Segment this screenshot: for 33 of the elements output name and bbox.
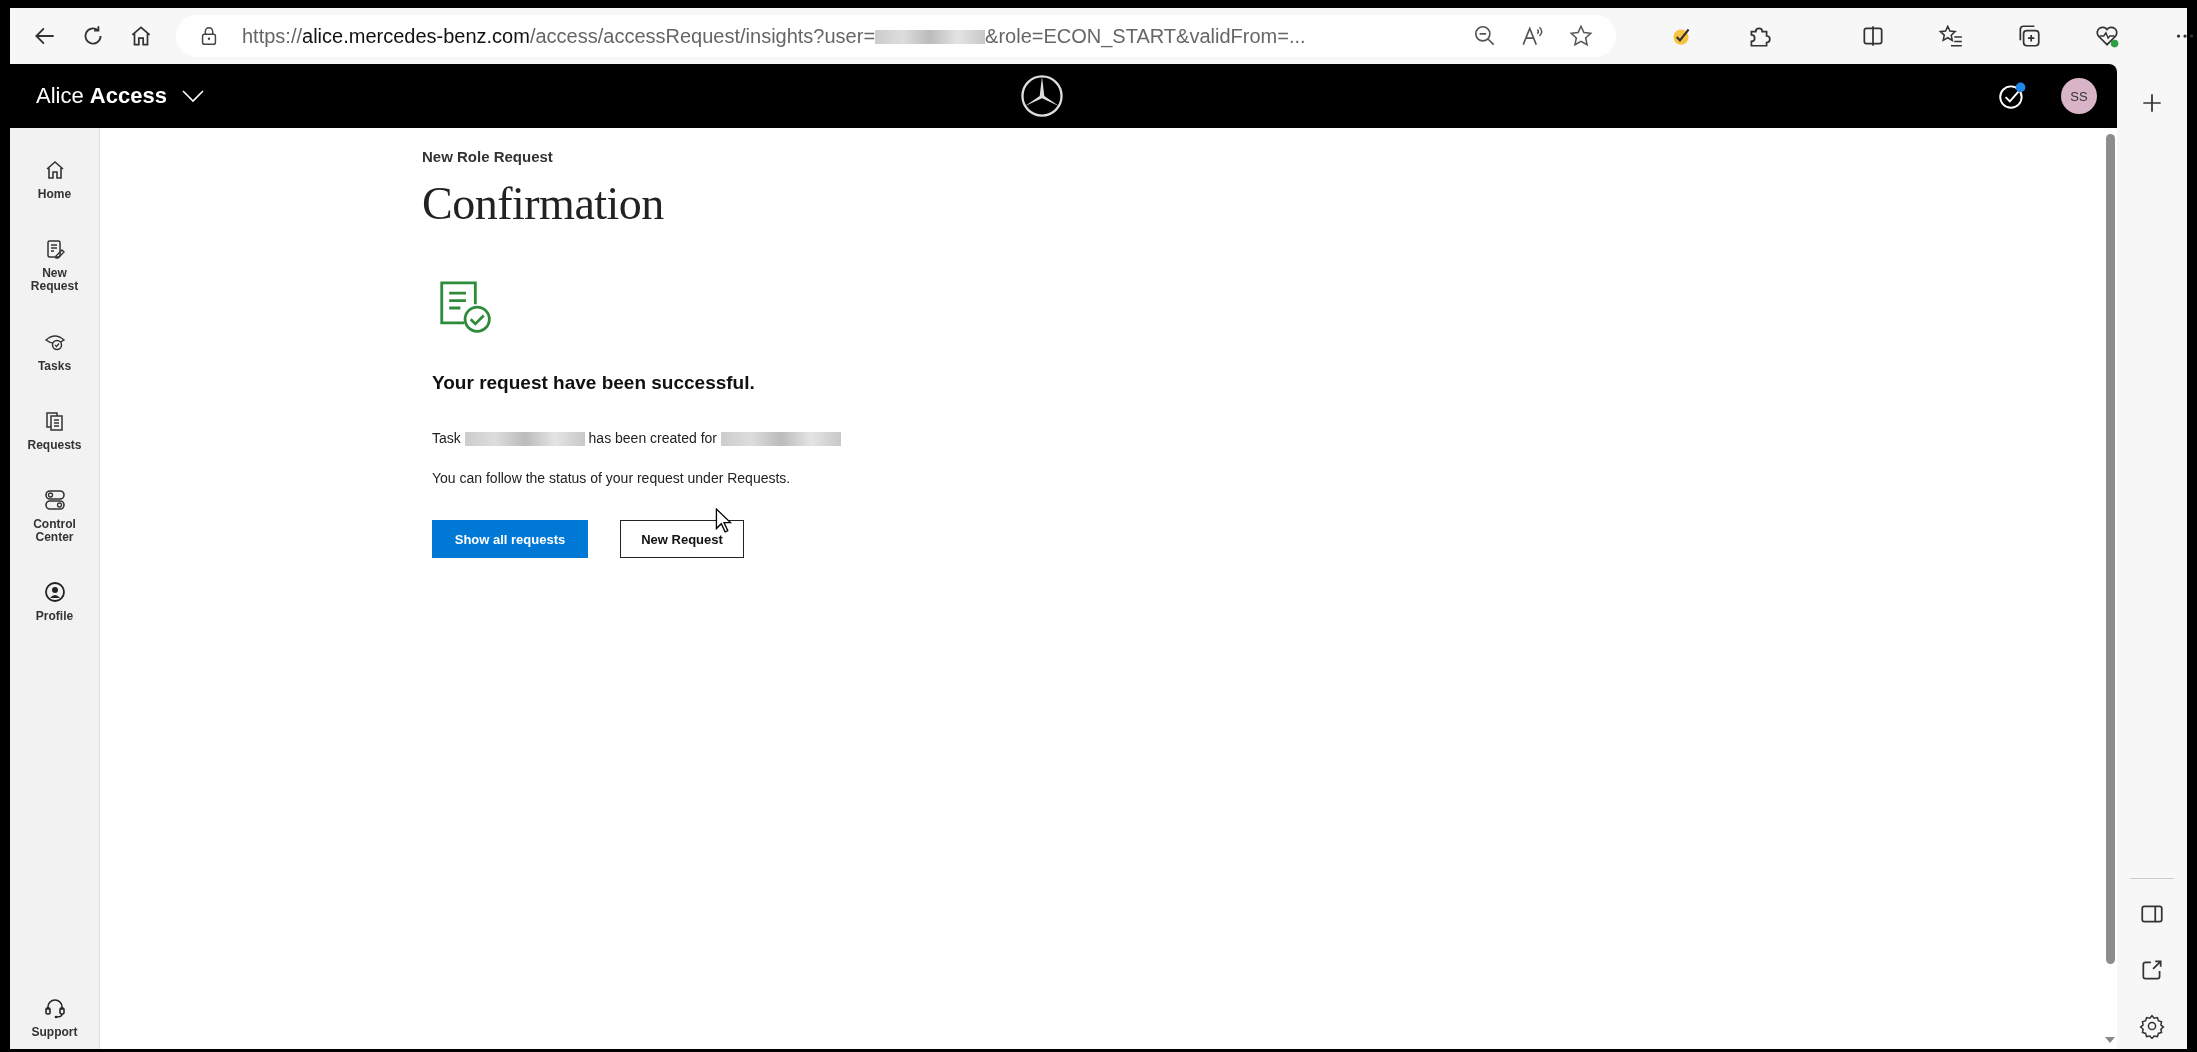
settings-icon[interactable] — [2139, 1013, 2165, 1039]
sidebar-item[interactable]: Requests — [14, 408, 95, 452]
app-switcher[interactable]: Alice Access — [36, 83, 205, 109]
collections-icon[interactable] — [2016, 23, 2042, 49]
sidebar-item[interactable]: New Request — [14, 237, 95, 294]
favorites-icon[interactable] — [1938, 23, 1964, 49]
sidebar-item[interactable]: Home — [14, 158, 95, 202]
toggle-switches-icon[interactable] — [42, 487, 67, 512]
check-circle-icon[interactable] — [1997, 81, 2027, 111]
status-message: You can follow the status of your request under Requests. — [432, 470, 792, 487]
sidebar-item[interactable]: Control Center — [14, 487, 95, 545]
cursor-icon — [715, 508, 733, 534]
heart-pulse-icon[interactable] — [2094, 23, 2120, 49]
star-icon[interactable] — [1568, 23, 1594, 49]
support-link[interactable]: Support — [14, 995, 95, 1039]
task-message: Task has been created for — [432, 430, 2103, 447]
external-link-icon[interactable] — [2139, 957, 2165, 983]
person-icon[interactable] — [42, 580, 67, 605]
chevron-down-icon[interactable] — [180, 89, 205, 103]
star-logo-icon[interactable] — [1018, 73, 1065, 119]
success-heading: Your request have been successful. — [432, 372, 756, 394]
split-screen-icon[interactable] — [1860, 23, 1886, 49]
url-text: https://alice.mercedes-benz.com/access/accessRequest/insights?user= &role=ECON_START&validFrom=... — [242, 24, 1306, 48]
sidebar-item[interactable]: Tasks — [14, 329, 95, 373]
breadcrumb: New Role Request — [422, 148, 554, 165]
user-avatar[interactable]: SS — [2061, 78, 2097, 114]
document-check-icon — [438, 280, 494, 336]
page-title: Confirmation — [422, 177, 665, 230]
new-request-button[interactable]: New Request — [620, 520, 744, 559]
scroll-down-icon[interactable] — [2105, 1037, 2115, 1043]
address-bar[interactable]: https://alice.mercedes-benz.com/access/accessRequest/insights?user= &role=ECON_START&validFrom=... — [176, 15, 1616, 57]
show-requests-button[interactable]: Show all requests — [432, 520, 588, 559]
sidebar-item[interactable]: Profile — [14, 580, 95, 624]
